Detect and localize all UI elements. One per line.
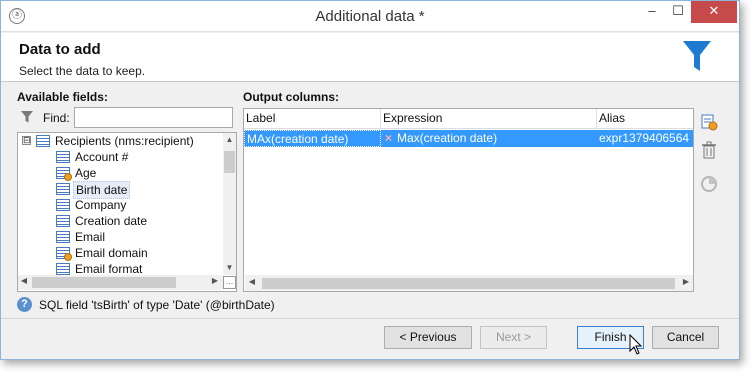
scroll-thumb[interactable] (262, 278, 675, 289)
column-header-label[interactable]: Label (244, 109, 381, 129)
find-input[interactable] (74, 107, 233, 128)
cell-expression-text: Max(creation date) (397, 131, 498, 145)
grid-header: Label Expression Alias (244, 109, 693, 129)
list-icon (56, 183, 70, 195)
cell-label[interactable]: MAx(creation date) (244, 130, 381, 147)
title-bar: ⓐ Additional data * – ☐ ✕ (1, 1, 739, 32)
funnel-icon (683, 41, 711, 71)
tree-vertical-scrollbar[interactable]: ▲ ▼ (223, 133, 236, 275)
tree-item-account[interactable]: Account # (56, 149, 130, 165)
next-button[interactable]: Next > (480, 326, 547, 349)
add-column-icon[interactable] (700, 113, 718, 131)
collapse-icon[interactable]: ⊟ (22, 136, 31, 145)
grid-horizontal-scrollbar[interactable]: ◀ ▶ (245, 275, 693, 291)
tree-horizontal-scrollbar[interactable]: ◀ ▶ (18, 275, 223, 290)
distribution-icon[interactable] (700, 175, 718, 193)
column-header-alias[interactable]: Alias (597, 109, 693, 129)
filter-icon (21, 111, 33, 123)
list-icon (56, 215, 70, 227)
footer-divider (1, 318, 739, 319)
tree-item-label: Email domain (75, 246, 148, 260)
available-fields-label: Available fields: (17, 90, 108, 104)
calculated-field-icon (56, 167, 72, 181)
page-subtitle: Select the data to keep. (19, 64, 146, 78)
maximize-button[interactable]: ☐ (665, 1, 691, 23)
scroll-right-icon[interactable]: ▶ (679, 277, 693, 286)
tree-item-email[interactable]: Email (56, 229, 107, 245)
dialog-window: ⓐ Additional data * – ☐ ✕ Data to add Se… (0, 0, 740, 360)
tree-item-label: Creation date (75, 214, 148, 228)
list-icon (36, 135, 50, 147)
minimize-button[interactable]: – (639, 1, 665, 23)
list-icon (56, 231, 70, 243)
mouse-cursor-icon (629, 334, 643, 355)
calculated-field-icon (56, 247, 72, 261)
column-header-expression[interactable]: Expression (381, 109, 597, 129)
tree-item-label: Email (75, 230, 106, 244)
help-icon: ? (17, 297, 32, 312)
scroll-right-icon[interactable]: ▶ (209, 276, 221, 285)
scroll-thumb[interactable] (32, 277, 176, 288)
scroll-thumb[interactable] (224, 151, 235, 173)
list-icon (56, 199, 70, 211)
tree-item-company[interactable]: Company (56, 197, 128, 213)
find-label: Find: (43, 111, 70, 125)
scroll-left-icon[interactable]: ◀ (18, 276, 30, 285)
scroll-up-icon[interactable]: ▲ (223, 135, 236, 144)
scroll-left-icon[interactable]: ◀ (245, 277, 259, 286)
tree-item-email-domain[interactable]: Email domain (56, 245, 150, 261)
cell-expression[interactable]: × Max(creation date) (381, 130, 597, 147)
more-icon[interactable]: … (223, 276, 236, 289)
scroll-down-icon[interactable]: ▼ (223, 263, 236, 272)
close-button[interactable]: ✕ (691, 1, 737, 23)
delete-icon[interactable] (700, 141, 718, 159)
available-fields-tree[interactable]: ⊟ Recipients (nms:recipient) Account # Ag… (17, 132, 237, 292)
tree-item-age[interactable]: Age (56, 165, 98, 181)
window-title: Additional data * (315, 8, 425, 25)
previous-button[interactable]: < Previous (384, 326, 472, 349)
tree-item-birth-date[interactable]: Birth date (56, 181, 131, 199)
list-icon (56, 151, 70, 163)
tree-root[interactable]: ⊟ Recipients (nms:recipient) (22, 133, 196, 149)
tree-item-creation-date[interactable]: Creation date (56, 213, 149, 229)
output-columns-grid[interactable]: Label Expression Alias MAx(creation date… (243, 108, 694, 292)
tree-item-label: Age (75, 166, 97, 180)
tree-item-label: Account # (75, 150, 129, 164)
cancel-button[interactable]: Cancel (652, 326, 719, 349)
output-columns-label: Output columns: (243, 90, 339, 104)
cell-alias[interactable]: expr1379406564 (597, 130, 693, 147)
table-row[interactable]: MAx(creation date) × Max(creation date) e… (244, 130, 693, 147)
list-icon (56, 263, 70, 275)
tree-root-label: Recipients (nms:recipient) (55, 134, 194, 148)
tree-item-label: Company (75, 198, 127, 212)
wizard-header: Data to add Select the data to keep. (1, 33, 739, 82)
field-description: SQL field 'tsBirth' of type 'Date' (@bir… (39, 298, 275, 312)
page-title: Data to add (19, 41, 101, 58)
expression-icon: × (385, 131, 393, 145)
